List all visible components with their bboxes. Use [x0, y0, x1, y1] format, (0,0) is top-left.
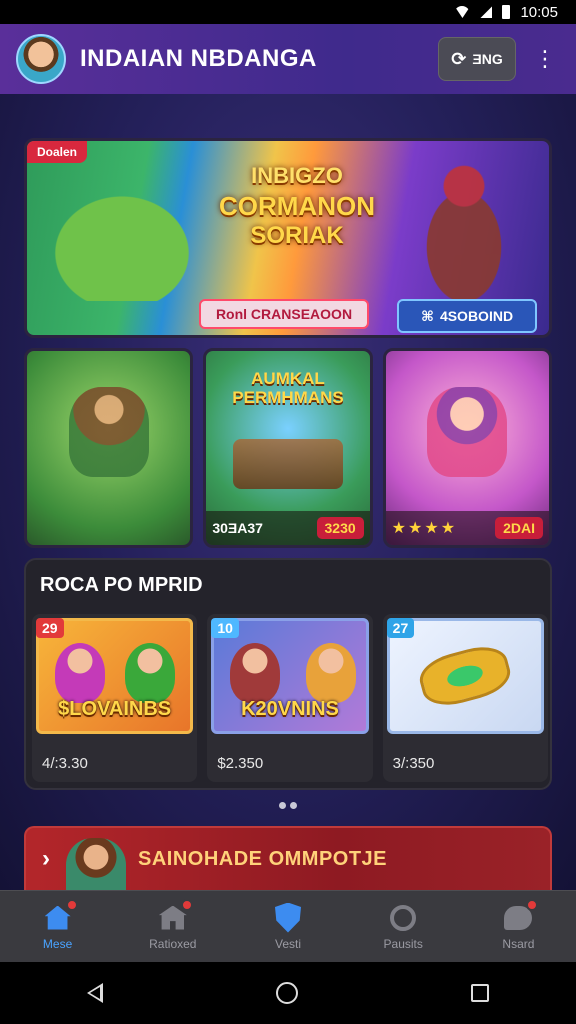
character-boy [306, 643, 357, 703]
chevron-right-icon: › [42, 845, 50, 872]
feature-title-line2: PERMHMANS [232, 388, 344, 407]
gamepad-icon: ⌘ [420, 307, 434, 324]
offer-number-badge: 29 [36, 618, 64, 638]
status-time: 10:05 [520, 3, 558, 21]
hero-banner[interactable]: Doalen INBIGZO CORMANON SORIAK Ronl CRAN… [24, 138, 552, 338]
feature-card-warrior[interactable] [24, 348, 194, 548]
app-bar: INDAIAN NBDANGA ⟳ ƎNG ⋮ [0, 24, 576, 94]
sync-button[interactable]: ⟳ ƎNG [438, 37, 516, 81]
offer-caption: K20VNINS [241, 698, 339, 720]
notification-dot [526, 898, 539, 911]
gem-key-icon [415, 640, 516, 712]
offer-number-badge: 27 [386, 618, 415, 638]
chat-icon [502, 898, 539, 933]
hero-title-line1: INBIGZO [251, 163, 343, 188]
character-elf [125, 643, 175, 703]
feature-label: 30ƎA37 [212, 520, 263, 536]
app-title: INDAIAN NBDANGA [80, 45, 317, 72]
recents-icon[interactable] [471, 984, 490, 1002]
status-bar: 10:05 [0, 0, 576, 24]
pager-dot[interactable] [279, 802, 286, 809]
nav-item-chat[interactable]: Nsard [461, 891, 576, 962]
store-icon [157, 898, 193, 933]
hero-subtitle-button[interactable]: Ronl CRANSEAOON [199, 299, 369, 329]
feature-footer: ★★★★ 2DAI [385, 511, 549, 545]
character-pink [55, 643, 105, 703]
warrior-illustration [399, 151, 529, 311]
heroes-group [427, 387, 508, 478]
sync-label: ƎNG [472, 51, 503, 67]
nav-label: Nsard [502, 936, 535, 951]
system-nav-bar [0, 962, 576, 1024]
offer-card[interactable]: $LOVAINBS 29 4/:3.30 [32, 614, 198, 782]
notification-dot [180, 898, 193, 911]
pager-dot[interactable] [290, 802, 297, 809]
offer-caption: $LOVAINBS [58, 698, 172, 720]
nav-label: Ratioxed [149, 936, 197, 951]
more-vert-icon[interactable]: ⋮ [530, 48, 560, 70]
feature-title-line1: AUMKAL [251, 369, 325, 388]
offer-card[interactable]: K20VNINS 10 $2.350 [207, 614, 373, 782]
offer-price: 3/:350 [392, 755, 435, 772]
feature-title: AUMKAL PERMHMANS [206, 369, 369, 407]
promo-bar[interactable]: › SAINOHADE OMMPOTJE [24, 826, 552, 890]
hero-title-line3: SORIAK [250, 222, 344, 249]
nav-label: Mese [42, 936, 73, 951]
nav-label: Pausits [383, 936, 423, 951]
offer-price: $2.350 [217, 755, 264, 772]
back-icon[interactable] [86, 983, 103, 1003]
feature-badge: 3230 [316, 517, 364, 539]
signal-icon [480, 6, 493, 18]
island-illustration [37, 181, 207, 301]
feature-card-puzzle[interactable]: AUMKAL PERMHMANS 30ƎA37 3230 [203, 348, 373, 548]
puzzle-board [232, 438, 343, 489]
offer-card[interactable]: 27 3/:350 [382, 614, 548, 782]
nav-item-shield[interactable]: Vesti [230, 891, 345, 962]
character-girl [230, 643, 281, 703]
home-icon [42, 898, 78, 933]
feature-row: AUMKAL PERMHMANS 30ƎA37 3230 ★★★★ 2DAI [24, 348, 552, 548]
offers-section: ROCA PO MPRID $LOVAINBS 29 4/:3.30 K20VN… [24, 558, 552, 790]
nav-label: Vesti [275, 936, 302, 951]
notification-dot [65, 898, 78, 911]
sync-icon: ⟳ [451, 48, 467, 69]
promo-text: SAINOHADE OMMPOTJE [138, 847, 388, 870]
avatar[interactable] [16, 34, 66, 84]
offer-price: 4/:3.30 [42, 755, 88, 772]
warrior-character [68, 387, 149, 478]
pager-dots [279, 802, 297, 809]
battery-icon [502, 5, 511, 19]
nav-item-store[interactable]: Ratioxed [115, 891, 230, 962]
nav-item-clock[interactable]: Pausits [346, 891, 461, 962]
offer-row: $LOVAINBS 29 4/:3.30 K20VNINS 10 $2.350 … [32, 614, 548, 782]
feature-badge: 2DAI [495, 517, 543, 539]
hero-cta-label: 4SOBOIND [439, 308, 514, 324]
nav-item-home[interactable]: Mese [0, 891, 115, 962]
hero-tag: Doalen [27, 141, 88, 163]
hero-title: INBIGZO CORMANON SORIAK [197, 161, 397, 251]
section-title: ROCA PO MPRID [40, 574, 203, 596]
wifi-icon [454, 6, 471, 18]
clock-icon [387, 903, 419, 933]
hero-title-line2: CORMANON [219, 191, 375, 221]
promo-character [66, 838, 126, 890]
feature-footer: 30ƎA37 3230 [206, 511, 370, 545]
hero-cta-button[interactable]: ⌘ 4SOBOIND [397, 299, 537, 333]
home-circle-icon[interactable] [275, 982, 298, 1004]
feature-card-heroes[interactable]: ★★★★ 2DAI [382, 348, 552, 548]
shield-icon [272, 902, 304, 933]
offer-number-badge: 10 [211, 618, 239, 638]
bottom-nav: Mese Ratioxed Vesti Pausits Nsard [0, 890, 576, 962]
rating-stars: ★★★★ [391, 520, 458, 537]
